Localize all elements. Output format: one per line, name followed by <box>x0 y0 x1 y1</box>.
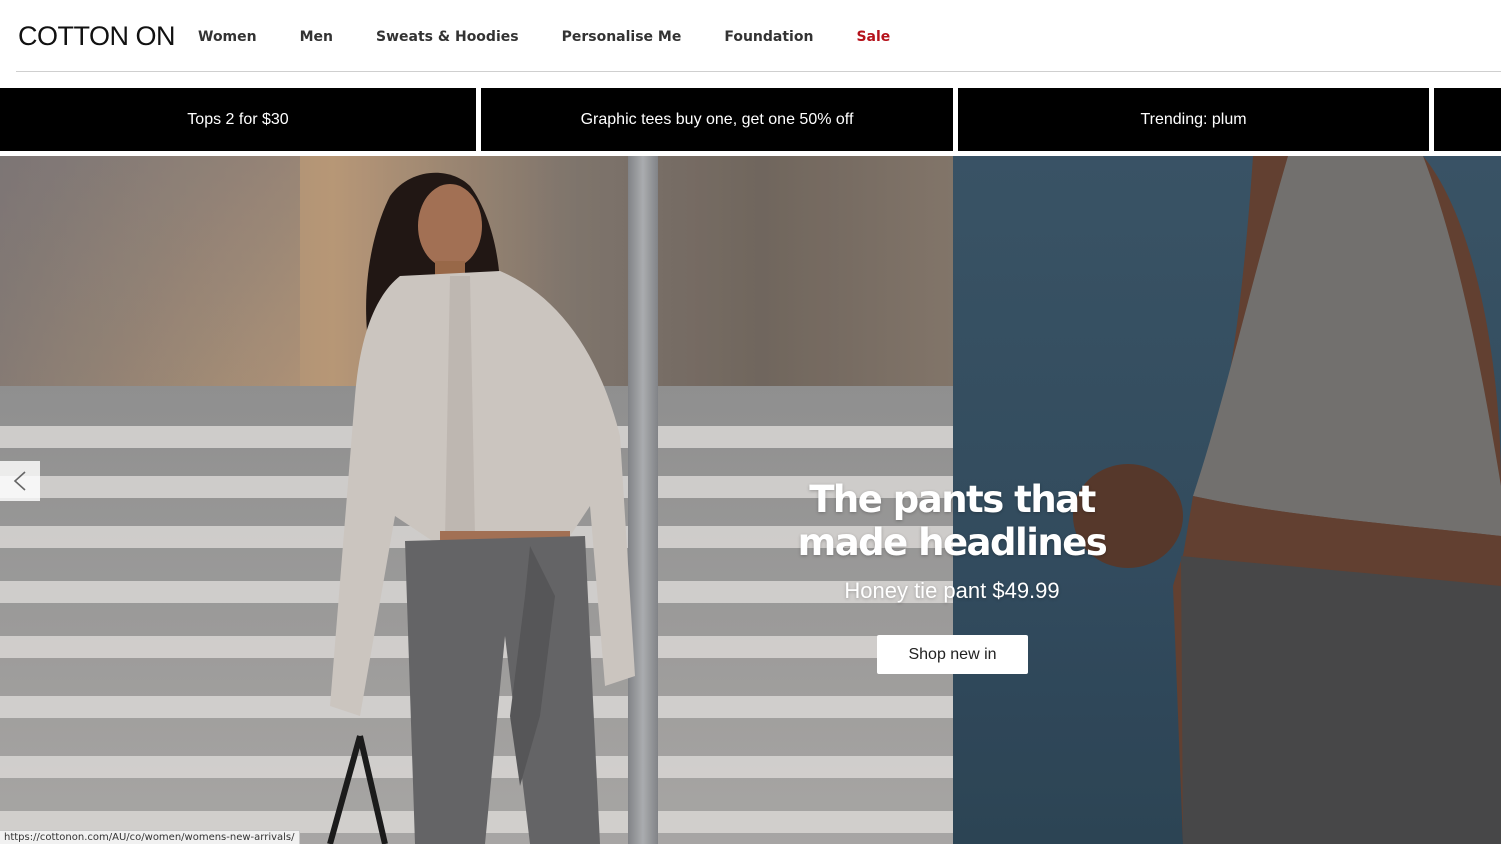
browser-status-url: https://cottonon.com/AU/co/women/womens-… <box>0 830 300 844</box>
chevron-left-icon <box>13 471 26 491</box>
promo-carousel: Tops 2 for $30 Graphic tees buy one, get… <box>0 88 1501 151</box>
nav-item-sale[interactable]: Sale <box>856 29 890 45</box>
hero-headline-line2: made headlines <box>797 521 1108 564</box>
promo-tile-graphic-tees[interactable]: Graphic tees buy one, get one 50% off <box>481 88 953 151</box>
carousel-prev-button[interactable] <box>0 461 40 501</box>
promo-tile-tops[interactable]: Tops 2 for $30 <box>0 88 476 151</box>
hero-subhead: Honey tie pant $49.99 <box>844 578 1060 603</box>
nav-item-sweats-hoodies[interactable]: Sweats & Hoodies <box>376 29 519 45</box>
brand-logo[interactable]: COTTON ON <box>18 20 176 52</box>
header-divider <box>16 71 1501 72</box>
nav-item-men[interactable]: Men <box>300 29 333 45</box>
nav-item-foundation[interactable]: Foundation <box>724 29 813 45</box>
promo-tile-trending[interactable]: Trending: plum <box>958 88 1429 151</box>
site-header: COTTON ON Women Men Sweats & Hoodies Per… <box>0 0 1501 72</box>
hero-headline-line1: The pants that <box>809 478 1096 521</box>
hero-banner[interactable]: The pants that made headlines Honey tie … <box>0 156 1501 844</box>
shop-new-in-button[interactable]: Shop new in <box>877 635 1028 674</box>
promo-tile-next[interactable] <box>1434 88 1501 151</box>
main-nav: Women Men Sweats & Hoodies Personalise M… <box>198 27 933 47</box>
hero-headline: The pants that made headlines <box>752 478 1152 564</box>
nav-item-personalise-me[interactable]: Personalise Me <box>562 29 682 45</box>
nav-item-women[interactable]: Women <box>198 29 257 45</box>
